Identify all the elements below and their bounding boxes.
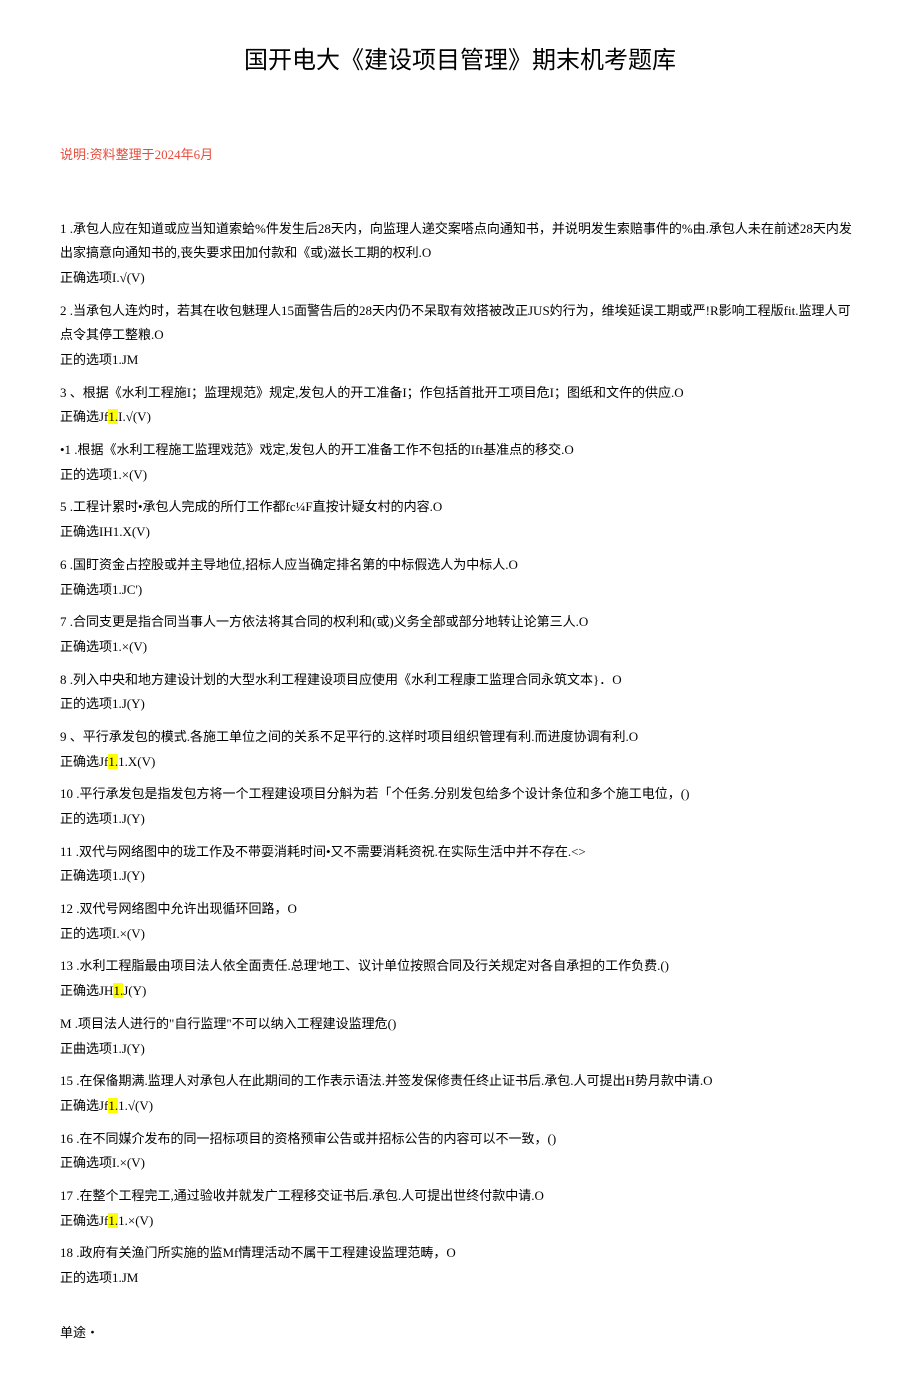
- answer-text: 正的选项1.J(Y): [60, 692, 860, 717]
- question-text: M .项目法人进行的"自行监理"不可以纳入工程建设监理危(): [60, 1012, 860, 1037]
- note-text: 说明:资料整理于2024年6月: [60, 143, 860, 166]
- question-text: 9 、平行承发包的模式.各施工单位之间的关系不足平行的.这样时项目组织管理有利.…: [60, 725, 860, 750]
- question-block: 3 、根据《水利工程施I；监理规范》规定,发包人的开工准备I；作包括首批开工项目…: [60, 381, 860, 430]
- question-text: 1 .承包人应在知道或应当知道索蛤%件发生后28天内，向监理人递交案嗒点向通知书…: [60, 217, 860, 266]
- answer-text: 正的选项1.J(Y): [60, 807, 860, 832]
- question-block: 1 .承包人应在知道或应当知道索蛤%件发生后28天内，向监理人递交案嗒点向通知书…: [60, 217, 860, 291]
- question-text: 13 .水利工程脂最由项目法人依全面责任.总理'地工、议计单位按照合同及行关规定…: [60, 954, 860, 979]
- answer-text: 正确选项1.J(Y): [60, 864, 860, 889]
- question-text: •1 .根据《水利工程施工监理戏范》戏定,发包人的开工准备工作不包括的Ift基准…: [60, 438, 860, 463]
- question-text: 16 .在不同媒介发布的同一招标项目的资格预审公告或并招标公告的内容可以不一致，…: [60, 1127, 860, 1152]
- question-text: 17 .在整个工程完工,通过验收并就发广工程移交证书后.承包.人可提出世终付款中…: [60, 1184, 860, 1209]
- question-block: 2 .当承包人连灼时，若其在收包魅理人15面警告后的28天内仍不呆取有效搭被改正…: [60, 299, 860, 373]
- highlight-text: 1.: [113, 983, 123, 998]
- question-text: 12 .双代号网络图中允许出现循环回路，O: [60, 897, 860, 922]
- question-block: 9 、平行承发包的模式.各施工单位之间的关系不足平行的.这样时项目组织管理有利.…: [60, 725, 860, 774]
- question-text: 15 .在保俻期满.监理人对承包人在此期间的工作表示语法.并签发保修责任终止证书…: [60, 1069, 860, 1094]
- document-title: 国开电大《建设项目管理》期末机考题库: [60, 40, 860, 83]
- question-block: 12 .双代号网络图中允许出现循环回路，O正的选项I.×(V): [60, 897, 860, 946]
- question-block: 13 .水利工程脂最由项目法人依全面责任.总理'地工、议计单位按照合同及行关规定…: [60, 954, 860, 1003]
- answer-text: 正确选Jf1.1.√(V): [60, 1094, 860, 1119]
- highlight-text: 1.: [108, 1098, 118, 1113]
- answer-text: 正确选Jf1.I.√(V): [60, 405, 860, 430]
- answer-text: 正确选项I.×(V): [60, 1151, 860, 1176]
- question-text: 5 .工程计累时•承包人完成的所仃工作都fc¼F直按计疑女村的内容.O: [60, 495, 860, 520]
- highlight-text: 1.: [108, 409, 118, 424]
- question-block: 8 .列入中央和地方建设计划的大型水利工程建设项目应使用《水利工程康工监理合同永…: [60, 668, 860, 717]
- answer-text: 正的选项1.JM: [60, 348, 860, 373]
- question-block: M .项目法人进行的"自行监理"不可以纳入工程建设监理危()正曲选项1.J(Y): [60, 1012, 860, 1061]
- question-block: 10 .平行承发包是指发包方将一个工程建设项目分斛为若「个任务.分别发包给多个设…: [60, 782, 860, 831]
- section-label: 单途・: [60, 1321, 860, 1344]
- answer-text: 正确选JH1.J(Y): [60, 979, 860, 1004]
- question-text: 18 .政府有关渔门所实施的监Mf情理活动不属干工程建设监理范畴，O: [60, 1241, 860, 1266]
- highlight-text: 1.: [108, 754, 118, 769]
- question-text: 11 .双代与网络图中的珑工作及不带耍消耗时间•又不需要消耗资祝.在实际生活中并…: [60, 840, 860, 865]
- question-block: 16 .在不同媒介发布的同一招标项目的资格预审公告或并招标公告的内容可以不一致，…: [60, 1127, 860, 1176]
- question-block: 11 .双代与网络图中的珑工作及不带耍消耗时间•又不需要消耗资祝.在实际生活中并…: [60, 840, 860, 889]
- question-text: 6 .国盯资金占控股或并主导地位,招标人应当确定排名第的中标假选人为中标人.O: [60, 553, 860, 578]
- question-block: 5 .工程计累时•承包人完成的所仃工作都fc¼F直按计疑女村的内容.O正确选IH…: [60, 495, 860, 544]
- question-block: 15 .在保俻期满.监理人对承包人在此期间的工作表示语法.并签发保修责任终止证书…: [60, 1069, 860, 1118]
- question-block: 6 .国盯资金占控股或并主导地位,招标人应当确定排名第的中标假选人为中标人.O正…: [60, 553, 860, 602]
- question-text: 10 .平行承发包是指发包方将一个工程建设项目分斛为若「个任务.分别发包给多个设…: [60, 782, 860, 807]
- highlight-text: 1.: [108, 1213, 118, 1228]
- answer-text: 正的选项1.JM: [60, 1266, 860, 1291]
- question-block: 7 .合同支更是指合同当事人一方依法将其合同的权利和(或)义务全部或部分地转让论…: [60, 610, 860, 659]
- answer-text: 正确选Jf1.1.X(V): [60, 750, 860, 775]
- question-block: •1 .根据《水利工程施工监理戏范》戏定,发包人的开工准备工作不包括的Ift基准…: [60, 438, 860, 487]
- answer-text: 正的选项I.×(V): [60, 922, 860, 947]
- question-block: 18 .政府有关渔门所实施的监Mf情理活动不属干工程建设监理范畴，O正的选项1.…: [60, 1241, 860, 1290]
- answer-text: 正的选项1.×(V): [60, 463, 860, 488]
- answer-text: 正确选项1.JC'): [60, 578, 860, 603]
- question-block: 17 .在整个工程完工,通过验收并就发广工程移交证书后.承包.人可提出世终付款中…: [60, 1184, 860, 1233]
- question-text: 3 、根据《水利工程施I；监理规范》规定,发包人的开工准备I；作包括首批开工项目…: [60, 381, 860, 406]
- question-text: 2 .当承包人连灼时，若其在收包魅理人15面警告后的28天内仍不呆取有效搭被改正…: [60, 299, 860, 348]
- answer-text: 正曲选项1.J(Y): [60, 1037, 860, 1062]
- answer-text: 正确选项I.√(V): [60, 266, 860, 291]
- answer-text: 正确选项1.×(V): [60, 635, 860, 660]
- answer-text: 正确选Jf1.1.×(V): [60, 1209, 860, 1234]
- question-text: 7 .合同支更是指合同当事人一方依法将其合同的权利和(或)义务全部或部分地转让论…: [60, 610, 860, 635]
- answer-text: 正确选IH1.X(V): [60, 520, 860, 545]
- questions-container: 1 .承包人应在知道或应当知道索蛤%件发生后28天内，向监理人递交案嗒点向通知书…: [60, 217, 860, 1291]
- question-text: 8 .列入中央和地方建设计划的大型水利工程建设项目应使用《水利工程康工监理合同永…: [60, 668, 860, 693]
